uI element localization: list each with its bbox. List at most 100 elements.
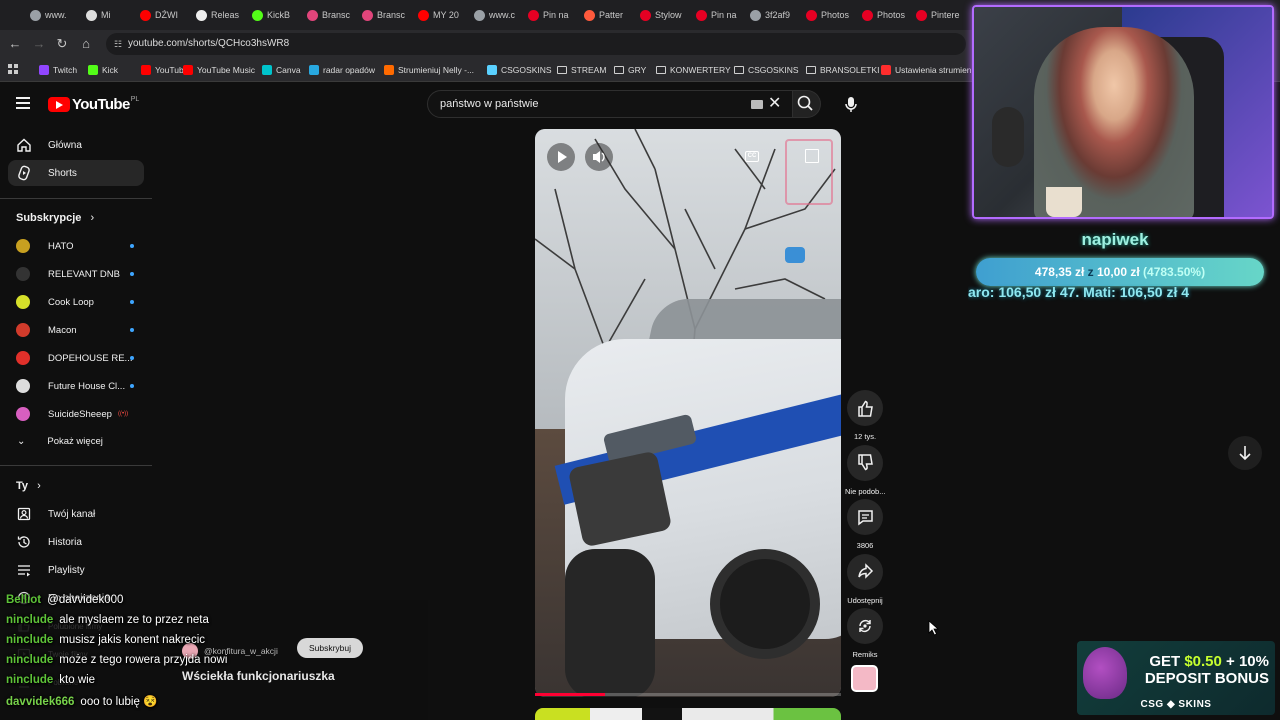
tab-favicon-icon bbox=[640, 9, 651, 21]
bookmark-2[interactable]: Kick bbox=[88, 63, 118, 77]
clear-search-icon[interactable]: ✕ bbox=[768, 95, 781, 113]
short-title[interactable]: Wściekła funkcjonariuszka bbox=[182, 669, 335, 683]
subscription-item[interactable]: Future House Cl... bbox=[8, 374, 144, 398]
browser-tab[interactable]: www. bbox=[30, 4, 82, 26]
search-input[interactable]: państwo w państwie bbox=[440, 98, 538, 110]
browser-tab[interactable]: Stylow bbox=[640, 4, 692, 26]
bookmark-7[interactable]: Strumieniuj Nelly -... bbox=[384, 63, 474, 77]
browser-tab[interactable]: MY 20 bbox=[418, 4, 470, 26]
dislike-icon bbox=[857, 454, 873, 471]
volume-icon[interactable] bbox=[585, 143, 613, 171]
sidebar-item-shorts[interactable]: Shorts bbox=[8, 160, 144, 186]
subscription-item[interactable]: SuicideSheeep ((•)) bbox=[8, 402, 144, 426]
sidebar-item-you-2[interactable]: Historia bbox=[8, 529, 144, 555]
like-button-circle[interactable] bbox=[847, 390, 883, 426]
url-field[interactable]: ☷ youtube.com/shorts/QCHco3hsWR8 bbox=[106, 33, 966, 55]
subscriptions-header[interactable]: Subskrypcje › bbox=[16, 212, 94, 224]
bookmark-9[interactable]: STREAM bbox=[557, 63, 606, 77]
youtube-icon bbox=[141, 65, 151, 75]
bookmark-4[interactable]: YouTube Music bbox=[183, 63, 255, 77]
bookmark-11[interactable]: KONWERTERY bbox=[656, 63, 731, 77]
sidebar-item-home[interactable]: Główna bbox=[8, 132, 144, 158]
browser-tab[interactable]: DŹWI bbox=[140, 4, 192, 26]
dislike-button-circle[interactable] bbox=[847, 444, 883, 481]
bookmark-label: Ustawienia strumien... bbox=[895, 65, 979, 75]
subscription-item[interactable]: RELEVANT DNB bbox=[8, 262, 144, 286]
new-content-dot bbox=[130, 384, 134, 388]
browser-tab[interactable]: www.c bbox=[474, 4, 526, 26]
subscription-item[interactable]: Macon bbox=[8, 318, 144, 342]
reload-icon[interactable]: ↻ bbox=[54, 36, 70, 52]
remix-button-circle[interactable] bbox=[847, 608, 883, 644]
sidebar-item-you-3[interactable]: Playlisty bbox=[8, 557, 144, 583]
bookmark-label: YouTube Music bbox=[197, 65, 255, 75]
back-icon[interactable]: ← bbox=[7, 36, 23, 52]
fullscreen-icon[interactable] bbox=[805, 149, 819, 163]
share-button[interactable]: Udostępnij bbox=[845, 553, 885, 605]
play-icon[interactable] bbox=[547, 143, 575, 171]
next-short-button[interactable] bbox=[1228, 436, 1262, 470]
channel-avatar bbox=[16, 351, 30, 365]
tab-label: KickB bbox=[267, 10, 291, 20]
tab-label: www.c bbox=[489, 10, 516, 20]
shorts-icon bbox=[16, 165, 32, 181]
search-button[interactable] bbox=[793, 90, 821, 118]
tab-favicon-icon bbox=[750, 9, 761, 21]
search-box[interactable]: państwo w państwie ✕ bbox=[427, 90, 793, 118]
browser-tab[interactable]: Bransc bbox=[307, 4, 359, 26]
home-browser-icon[interactable]: ⌂ bbox=[78, 36, 94, 52]
apps-grid-icon[interactable] bbox=[8, 64, 18, 74]
bookmark-14[interactable]: Ustawienia strumien... bbox=[881, 63, 979, 77]
like-button[interactable]: 12 tys. bbox=[845, 390, 885, 441]
tab-label: MY 20 bbox=[433, 10, 459, 20]
show-more-button[interactable]: ⌄ Pokaż więcej bbox=[8, 429, 144, 453]
video-progress-bar[interactable] bbox=[535, 693, 841, 696]
bookmark-13[interactable]: BRANSOLETKI bbox=[806, 63, 880, 77]
next-short-preview[interactable] bbox=[535, 708, 841, 720]
browser-tab[interactable]: KickB bbox=[252, 4, 304, 26]
voice-search-button[interactable] bbox=[838, 91, 864, 117]
browser-tab[interactable]: Patter bbox=[584, 4, 636, 26]
browser-tab[interactable]: Releas bbox=[196, 4, 248, 26]
keyboard-icon[interactable] bbox=[751, 100, 763, 109]
guide-menu-icon[interactable] bbox=[16, 97, 30, 109]
bookmark-12[interactable]: CSGOSKINS bbox=[734, 63, 799, 77]
dislike-button[interactable]: Nie podob... bbox=[845, 444, 885, 496]
browser-tab[interactable]: Photos bbox=[806, 4, 858, 26]
channel-avatar bbox=[16, 407, 30, 421]
search-icon bbox=[797, 95, 813, 111]
settings-site-icon bbox=[881, 65, 891, 75]
subscription-item[interactable]: HATO bbox=[8, 234, 144, 258]
captions-icon[interactable]: CC bbox=[745, 151, 759, 162]
browser-tab[interactable]: Bransc bbox=[362, 4, 414, 26]
short-video-player[interactable]: CC bbox=[535, 129, 841, 697]
browser-tab[interactable]: Pintere bbox=[916, 4, 968, 26]
share-button-circle[interactable] bbox=[847, 553, 883, 590]
comments-button[interactable]: 3806 bbox=[845, 499, 885, 550]
bookmark-5[interactable]: Canva bbox=[262, 63, 301, 77]
bookmark-label: STREAM bbox=[571, 65, 607, 75]
site-info-icon[interactable]: ☷ bbox=[114, 33, 122, 55]
comments-button-circle[interactable] bbox=[847, 499, 883, 535]
bookmark-1[interactable]: Twitch bbox=[39, 63, 77, 77]
donation-goal-title: napiwek bbox=[1081, 230, 1149, 249]
sidebar-item-you-1[interactable]: Twój kanał bbox=[8, 501, 144, 527]
browser-tab[interactable]: Pin na bbox=[696, 4, 748, 26]
bookmark-8[interactable]: CSGOSKINS bbox=[487, 63, 552, 77]
forward-icon[interactable]: → bbox=[31, 36, 47, 52]
bookmark-3[interactable]: YouTube bbox=[141, 63, 188, 77]
remix-button[interactable]: Remiks bbox=[845, 608, 885, 659]
sound-thumbnail[interactable] bbox=[851, 665, 878, 692]
browser-tab[interactable]: Mi bbox=[86, 4, 138, 26]
tab-label: Photos bbox=[821, 10, 850, 20]
bookmark-10[interactable]: GRY bbox=[614, 63, 646, 77]
bookmark-6[interactable]: radar opadów bbox=[309, 63, 375, 77]
browser-tab[interactable]: Photos bbox=[862, 4, 914, 26]
you-header[interactable]: Ty › bbox=[16, 480, 41, 492]
browser-tab[interactable]: 3f2af9 bbox=[750, 4, 802, 26]
browser-tab[interactable]: Pin na bbox=[528, 4, 580, 26]
youtube-logo[interactable]: YouTube PL bbox=[48, 96, 139, 113]
subscribe-button[interactable]: Subskrybuj bbox=[297, 638, 363, 658]
subscription-item[interactable]: DOPEHOUSE RE... bbox=[8, 346, 144, 370]
subscription-item[interactable]: Cook Loop bbox=[8, 290, 144, 314]
